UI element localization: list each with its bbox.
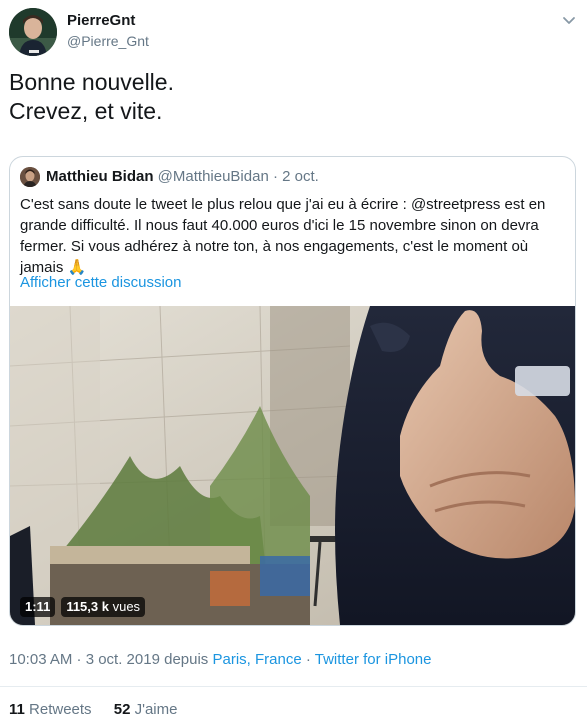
quoted-tweet-text: C'est sans doute le tweet le plus relou …	[20, 196, 546, 276]
quoted-tweet-header: Matthieu Bidan @MatthieuBidan · 2 oct.	[20, 167, 319, 187]
via-prefix: depuis	[164, 651, 209, 668]
retweets-count[interactable]: 11	[9, 701, 25, 718]
likes-label[interactable]: J'aime	[135, 701, 178, 718]
author-avatar[interactable]	[9, 8, 57, 56]
tweet-timestamp[interactable]: 10:03 AM · 3 oct. 2019	[9, 651, 160, 668]
separator-dot: ·	[272, 168, 278, 185]
quoted-tweet[interactable]: Matthieu Bidan @MatthieuBidan · 2 oct. C…	[9, 156, 576, 626]
quoted-date[interactable]: 2 oct.	[282, 168, 319, 185]
likes-count[interactable]: 52	[114, 701, 131, 718]
quoted-author-handle[interactable]: @MatthieuBidan	[158, 168, 269, 185]
tweet-text-line: Crevez, et vite.	[9, 98, 163, 124]
tweet-header: PierreGnt @Pierre_Gnt	[9, 8, 579, 56]
video-views-count: 115,3 k	[66, 599, 109, 614]
retweets-label[interactable]: Retweets	[29, 701, 92, 718]
show-thread-link[interactable]: Afficher cette discussion	[20, 273, 181, 293]
video-player[interactable]: 1:11 115,3 k vues	[10, 306, 575, 625]
quoted-author-name[interactable]: Matthieu Bidan	[46, 168, 154, 185]
location-link[interactable]: Paris, France	[212, 651, 301, 668]
chevron-down-icon[interactable]	[559, 10, 579, 30]
tweet-stats: 11 Retweets 52 J'aime	[9, 700, 195, 720]
video-views-unit: vues	[112, 599, 141, 614]
tweet-text-line: Bonne nouvelle.	[9, 69, 174, 95]
divider	[0, 686, 587, 687]
author-name[interactable]: PierreGnt	[67, 12, 149, 30]
quoted-author-avatar[interactable]	[20, 167, 40, 187]
video-views: 115,3 k vues	[61, 597, 146, 617]
video-badges: 1:11 115,3 k vues	[20, 597, 146, 617]
client-link[interactable]: Twitter for iPhone	[315, 651, 432, 668]
video-duration: 1:11	[20, 597, 56, 617]
author-handle[interactable]: @Pierre_Gnt	[67, 32, 149, 50]
tweet-meta: 10:03 AM · 3 oct. 2019 depuis Paris, Fra…	[9, 650, 431, 670]
separator-dot: ·	[305, 651, 311, 668]
tweet-text: Bonne nouvelle. Crevez, et vite.	[9, 68, 569, 126]
